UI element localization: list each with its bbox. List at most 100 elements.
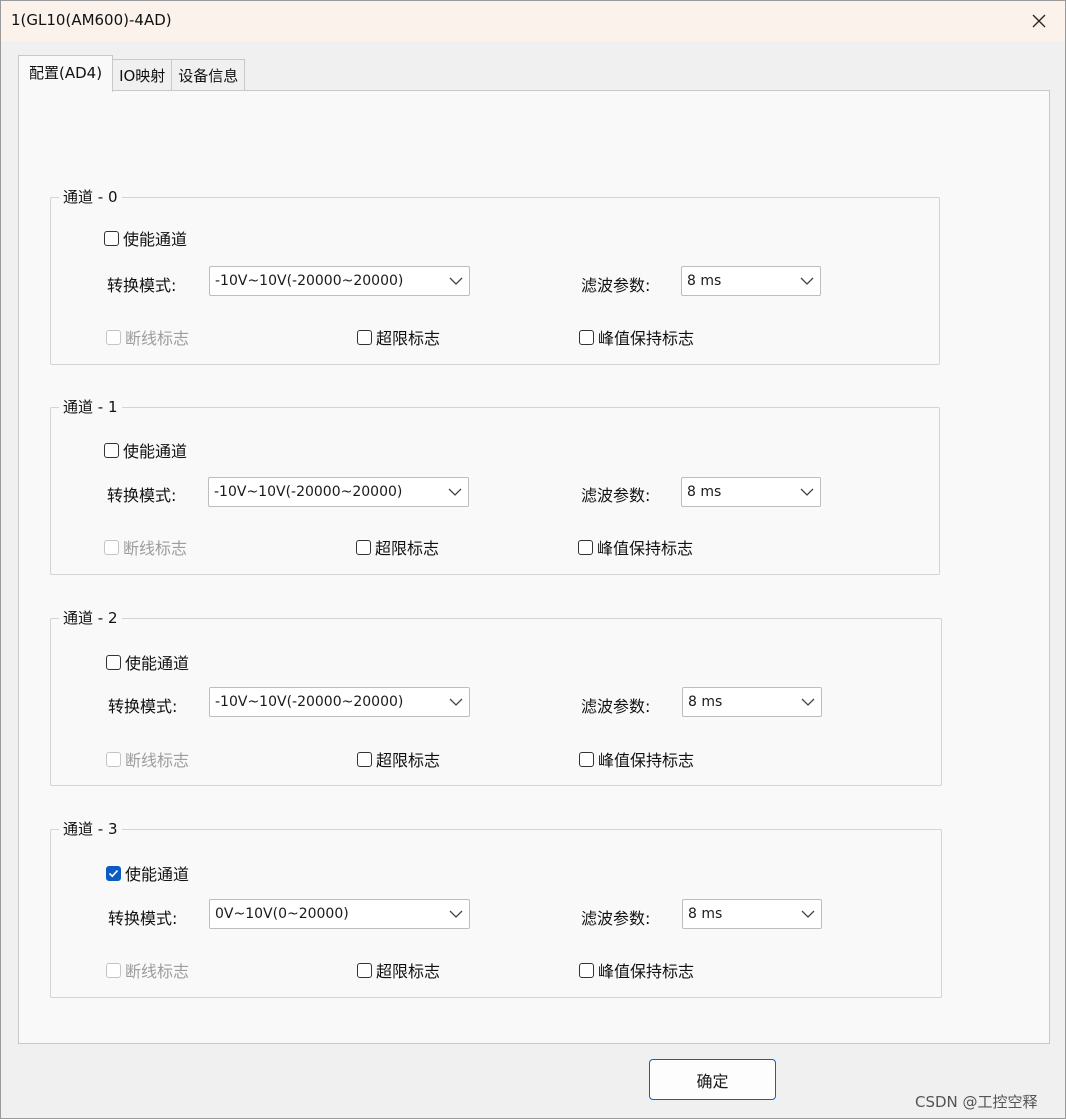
overrange-flag-checkbox[interactable]: 超限标志	[357, 325, 440, 349]
mode-label: 转换模式:	[108, 697, 178, 716]
enable-channel-checkbox[interactable]: 使能通道	[106, 650, 189, 674]
overrange-flag-checkbox[interactable]: 超限标志	[357, 958, 440, 982]
config-dialog: 1(GL10(AM600)-4AD) 配置(AD4) IO映射 设备信息 通道 …	[0, 0, 1066, 1119]
close-icon	[1032, 14, 1046, 28]
enable-channel-label: 使能通道	[123, 230, 188, 249]
filter-select[interactable]: 8 ms	[682, 899, 822, 929]
chevron-down-icon	[800, 277, 814, 285]
channel-group-1: 通道 - 1 使能通道 转换模式: -10V~10V(-20000~20000)…	[50, 397, 940, 575]
mode-select[interactable]: -10V~10V(-20000~20000)	[209, 266, 470, 296]
watermark: CSDN @工控空释	[915, 1093, 1038, 1111]
checkbox-box	[106, 654, 121, 670]
mode-label: 转换模式:	[107, 276, 177, 295]
peak-hold-label: 峰值保持标志	[598, 329, 695, 348]
overrange-flag-checkbox[interactable]: 超限标志	[356, 535, 439, 559]
checkbox-box	[357, 751, 372, 767]
peak-hold-checkbox[interactable]: 峰值保持标志	[579, 747, 694, 771]
peak-hold-checkbox[interactable]: 峰值保持标志	[579, 325, 694, 349]
mode-label: 转换模式:	[107, 486, 177, 505]
checkbox-box	[104, 442, 119, 458]
tab-strip: 配置(AD4) IO映射 设备信息	[18, 55, 246, 92]
filter-value: 8 ms	[688, 906, 723, 922]
enable-channel-label: 使能通道	[123, 442, 188, 461]
chevron-down-icon	[800, 488, 814, 496]
channel-title: 通道 - 0	[59, 187, 122, 207]
config-panel: 通道 - 0 使能通道 转换模式: -10V~10V(-20000~20000)…	[18, 90, 1050, 1044]
mode-select[interactable]: -10V~10V(-20000~20000)	[209, 687, 470, 717]
peak-hold-checkbox[interactable]: 峰值保持标志	[579, 958, 694, 982]
chevron-down-icon	[449, 910, 463, 918]
chevron-down-icon	[801, 910, 815, 918]
checkbox-box	[579, 962, 594, 978]
chevron-down-icon	[449, 698, 463, 706]
checkbox-box	[579, 751, 594, 767]
enable-channel-checkbox[interactable]: 使能通道	[104, 226, 187, 250]
ok-button[interactable]: 确定	[649, 1059, 776, 1100]
break-flag-checkbox: 断线标志	[106, 747, 189, 771]
mode-value: -10V~10V(-20000~20000)	[214, 484, 403, 500]
checkbox-box	[357, 329, 372, 345]
overrange-flag-label: 超限标志	[375, 539, 440, 558]
peak-hold-label: 峰值保持标志	[598, 962, 695, 981]
checkbox-box	[106, 751, 121, 767]
checkbox-box	[106, 329, 121, 345]
channel-title: 通道 - 3	[59, 819, 122, 839]
break-flag-checkbox: 断线标志	[106, 958, 189, 982]
channel-group-3: 通道 - 3 使能通道 转换模式: 0V~10V(0~20000) 滤波参数: …	[50, 819, 942, 998]
enable-channel-label: 使能通道	[125, 865, 190, 884]
break-flag-label: 断线标志	[125, 962, 190, 981]
enable-channel-checkbox[interactable]: 使能通道	[106, 861, 189, 885]
break-flag-label: 断线标志	[123, 539, 188, 558]
filter-label: 滤波参数:	[581, 486, 651, 505]
chevron-down-icon	[448, 488, 462, 496]
checkmark-icon	[108, 869, 119, 877]
filter-select[interactable]: 8 ms	[682, 687, 822, 717]
mode-select[interactable]: 0V~10V(0~20000)	[209, 899, 470, 929]
peak-hold-label: 峰值保持标志	[598, 751, 695, 770]
channel-group-0: 通道 - 0 使能通道 转换模式: -10V~10V(-20000~20000)…	[50, 187, 940, 365]
break-flag-checkbox: 断线标志	[106, 325, 189, 349]
window-title: 1(GL10(AM600)-4AD)	[11, 11, 172, 29]
break-flag-checkbox: 断线标志	[104, 535, 187, 559]
chevron-down-icon	[801, 698, 815, 706]
channel-group-2: 通道 - 2 使能通道 转换模式: -10V~10V(-20000~20000)…	[50, 608, 942, 786]
checkbox-box	[356, 539, 371, 555]
checkbox-box	[106, 962, 121, 978]
overrange-flag-label: 超限标志	[376, 962, 441, 981]
enable-channel-label: 使能通道	[125, 654, 190, 673]
checkbox-box	[579, 329, 594, 345]
filter-select[interactable]: 8 ms	[681, 477, 821, 507]
checkbox-box	[104, 230, 119, 246]
mode-value: -10V~10V(-20000~20000)	[215, 694, 404, 710]
channel-title: 通道 - 2	[59, 608, 122, 628]
filter-label: 滤波参数:	[581, 909, 651, 928]
overrange-flag-checkbox[interactable]: 超限标志	[357, 747, 440, 771]
break-flag-label: 断线标志	[125, 329, 190, 348]
tab-config[interactable]: 配置(AD4)	[18, 55, 114, 92]
mode-select[interactable]: -10V~10V(-20000~20000)	[208, 477, 469, 507]
filter-label: 滤波参数:	[581, 697, 651, 716]
enable-channel-checkbox[interactable]: 使能通道	[104, 438, 187, 462]
filter-value: 8 ms	[687, 273, 722, 289]
overrange-flag-label: 超限标志	[376, 329, 441, 348]
filter-label: 滤波参数:	[581, 276, 651, 295]
channel-title: 通道 - 1	[59, 397, 122, 417]
checkbox-box	[357, 962, 372, 978]
filter-value: 8 ms	[687, 484, 722, 500]
checkbox-box	[104, 539, 119, 555]
mode-value: -10V~10V(-20000~20000)	[215, 273, 404, 289]
filter-value: 8 ms	[688, 694, 723, 710]
peak-hold-label: 峰值保持标志	[597, 539, 694, 558]
overrange-flag-label: 超限标志	[376, 751, 441, 770]
title-bar: 1(GL10(AM600)-4AD)	[1, 1, 1065, 41]
tab-io-mapping[interactable]: IO映射	[112, 59, 173, 92]
checkbox-box	[106, 865, 121, 881]
filter-select[interactable]: 8 ms	[681, 266, 821, 296]
mode-label: 转换模式:	[108, 909, 178, 928]
tab-device-info[interactable]: 设备信息	[171, 59, 246, 92]
chevron-down-icon	[449, 277, 463, 285]
peak-hold-checkbox[interactable]: 峰值保持标志	[578, 535, 693, 559]
close-button[interactable]	[1021, 5, 1057, 37]
checkbox-box	[578, 539, 593, 555]
mode-value: 0V~10V(0~20000)	[215, 906, 349, 922]
